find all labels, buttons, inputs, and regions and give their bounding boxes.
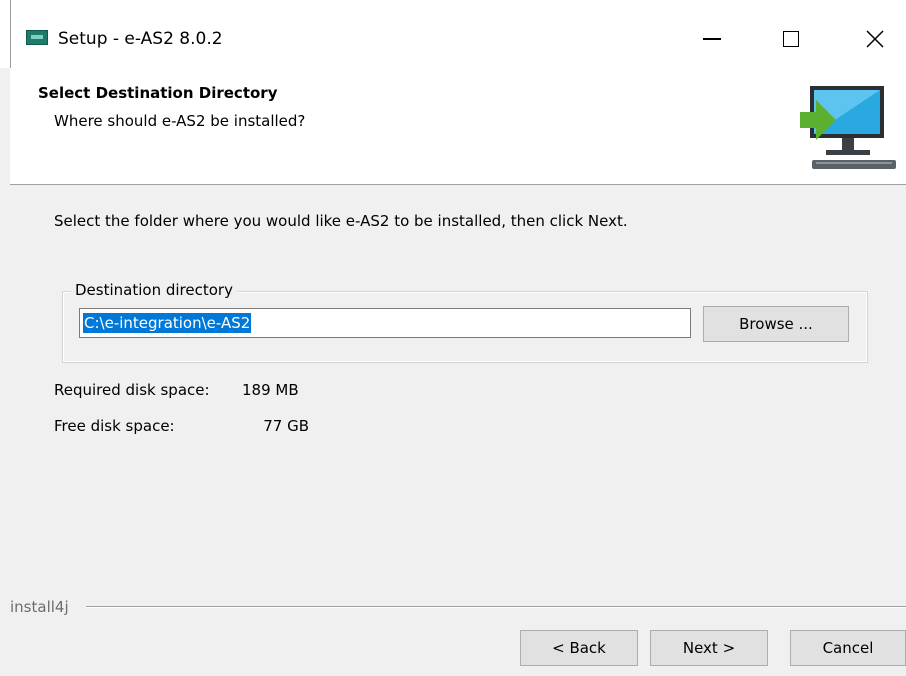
destination-group: Destination directory C:\e-integration\e… xyxy=(62,281,868,363)
brand-label: install4j xyxy=(10,598,69,616)
destination-path-value: C:\e-integration\e-AS2 xyxy=(83,313,252,333)
browse-button[interactable]: Browse ... xyxy=(703,306,849,342)
app-icon xyxy=(26,30,48,45)
wizard-content: Select the folder where you would like e… xyxy=(10,185,906,676)
maximize-button[interactable] xyxy=(769,20,813,58)
required-space-label: Required disk space: xyxy=(54,381,210,399)
cancel-button[interactable]: Cancel xyxy=(790,630,906,666)
destination-directory-input[interactable]: C:\e-integration\e-AS2 xyxy=(79,308,691,338)
install-monitor-icon xyxy=(796,76,896,176)
page-title: Select Destination Directory xyxy=(38,84,278,102)
required-space-value: 189 MB xyxy=(242,381,299,399)
maximize-icon xyxy=(783,31,799,47)
window-title: Setup - e-AS2 8.0.2 xyxy=(58,29,223,49)
back-button[interactable]: < Back xyxy=(520,630,638,666)
separator-line xyxy=(86,606,906,607)
close-button[interactable] xyxy=(853,20,897,58)
brand-separator: install4j xyxy=(10,598,906,616)
free-space-value: 77 GB xyxy=(263,417,309,435)
page-subtitle: Where should e-AS2 be installed? xyxy=(54,112,306,130)
instruction-text: Select the folder where you would like e… xyxy=(54,212,628,230)
minimize-button[interactable] xyxy=(690,20,734,58)
next-button[interactable]: Next > xyxy=(650,630,768,666)
setup-window: Setup - e-AS2 8.0.2 Select Destination D… xyxy=(0,0,906,676)
free-space-label: Free disk space: xyxy=(54,417,175,435)
destination-legend: Destination directory xyxy=(71,281,237,299)
title-bar: Setup - e-AS2 8.0.2 xyxy=(0,0,906,68)
wizard-header: Select Destination Directory Where shoul… xyxy=(10,68,906,185)
close-icon xyxy=(866,30,884,48)
minimize-icon xyxy=(703,38,721,40)
free-space-row: Free disk space: 77 GB xyxy=(54,417,309,435)
required-space-row: Required disk space: 189 MB xyxy=(54,381,299,399)
